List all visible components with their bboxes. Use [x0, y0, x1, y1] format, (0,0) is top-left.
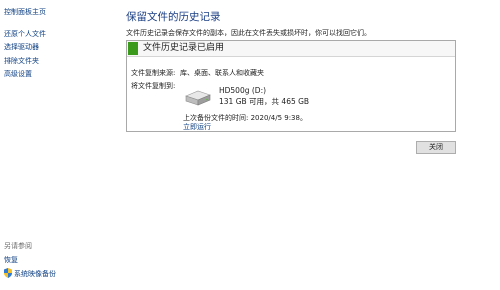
run-now-link[interactable]: 立即运行 [183, 123, 211, 132]
drive-free-space: 131 GB 可用，共 465 GB [219, 97, 310, 106]
status-header: 文件历史记录已启用 [127, 41, 455, 57]
copy-target-label: 将文件复制到: [131, 82, 176, 90]
sidebar: 控制面板主页 还原个人文件 选择驱动器 排除文件夹 高级设置 另请参阅 恢复 系… [0, 0, 112, 290]
see-also-heading: 另请参阅 [4, 242, 32, 250]
page-description: 文件历史记录会保存文件的副本，因此在文件丢失或损坏时，你可以找回它们。 [126, 29, 371, 37]
shield-icon [4, 268, 12, 278]
hard-drive-icon [185, 90, 211, 106]
sidebar-item-advanced-settings[interactable]: 高级设置 [4, 69, 32, 79]
copy-source-label: 文件复制来源: [131, 69, 176, 77]
sidebar-item-restore-files[interactable]: 还原个人文件 [4, 29, 46, 39]
file-history-window: 控制面板主页 还原个人文件 选择驱动器 排除文件夹 高级设置 另请参阅 恢复 系… [0, 0, 500, 290]
page-title: 保留文件的历史记录 [126, 11, 221, 23]
file-history-status-panel: 文件历史记录已启用 文件复制来源: 库、桌面、联系人和收藏夹 将文件复制到: H… [126, 40, 456, 132]
drive-name: HD500g (D:) [219, 86, 267, 95]
status-text: 文件历史记录已启用 [143, 43, 225, 53]
sidebar-control-panel-home[interactable]: 控制面板主页 [4, 7, 46, 17]
sidebar-item-select-drive[interactable]: 选择驱动器 [4, 42, 39, 52]
see-also-system-image-backup-link[interactable]: 系统映像备份 [14, 269, 56, 279]
close-button[interactable]: 关闭 [416, 141, 456, 154]
copy-source-value: 库、桌面、联系人和收藏夹 [180, 69, 264, 77]
sidebar-item-exclude-folders[interactable]: 排除文件夹 [4, 56, 39, 66]
status-indicator-bar [128, 42, 138, 55]
see-also-recovery-link[interactable]: 恢复 [4, 255, 18, 265]
last-backup-time: 上次备份文件的时间: 2020/4/5 9:38。 [183, 114, 307, 122]
